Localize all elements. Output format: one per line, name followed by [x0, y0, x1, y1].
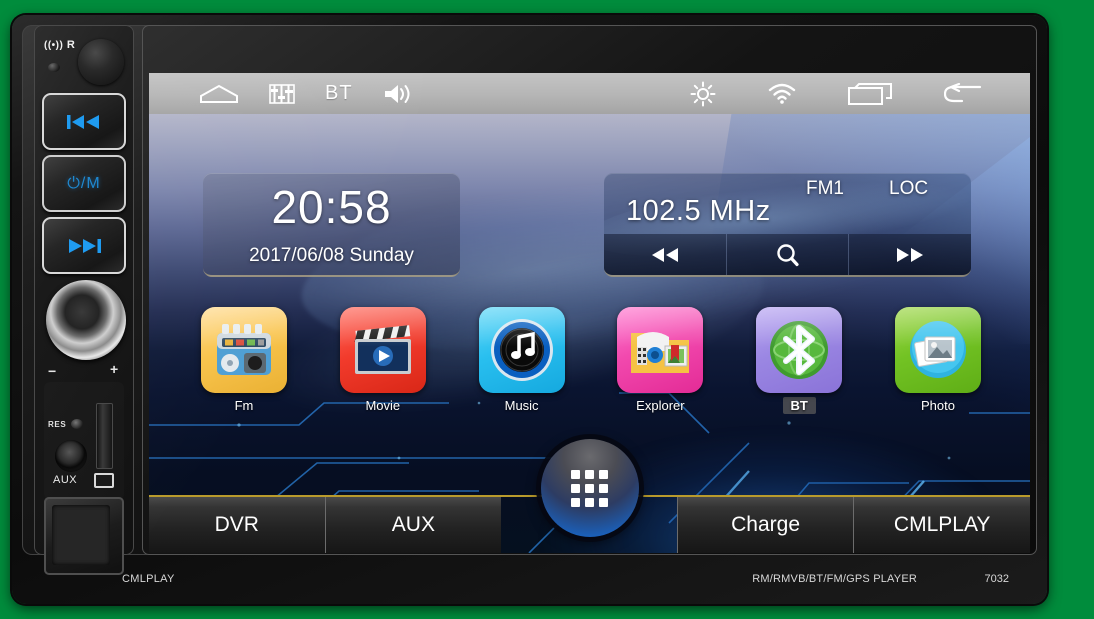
radio-controls: [604, 234, 971, 275]
home-icon[interactable]: [199, 84, 239, 104]
app-shortcut-photo[interactable]: Photo: [885, 307, 991, 419]
brightness-icon[interactable]: [690, 81, 716, 107]
next-track-icon: [69, 238, 101, 253]
app-shortcut-row: Fm Movie Music Explorer BT Photo: [191, 307, 991, 419]
sd-card-icon: [94, 473, 114, 488]
aux-input-jack[interactable]: [55, 440, 87, 472]
bluetooth-icon: [756, 307, 843, 393]
power-mode-label: ⏻/M: [67, 174, 101, 192]
ir-receiver-label: ((•)) R: [44, 39, 76, 51]
android-status-bar: BT: [149, 73, 1030, 116]
bluetooth-status-label[interactable]: BT: [325, 82, 353, 105]
power-mode-button[interactable]: ⏻/M: [42, 155, 126, 212]
home-wallpaper: 20:58 2017/06/08 Sunday FM1 LOC 102.5 MH…: [149, 114, 1030, 553]
clock-widget[interactable]: 20:58 2017/06/08 Sunday: [203, 173, 460, 277]
search-icon: [776, 243, 799, 266]
touchscreen-display: BT 20:58 2017/06/08 Sunday FM1 LOC 102.5…: [149, 73, 1030, 553]
radio-scan-button[interactable]: [725, 234, 849, 275]
radio-loc-label[interactable]: LOC: [889, 178, 928, 200]
screen-bezel: BT 20:58 2017/06/08 Sunday FM1 LOC 102.5…: [142, 25, 1037, 555]
bezel-labels: CMLPLAY RM/RMVB/BT/FM/GPS PLAYER 7032: [12, 555, 1047, 604]
clock-date: 2017/06/08 Sunday: [249, 245, 414, 266]
bezel-format-label: RM/RMVB/BT/FM/GPS PLAYER: [752, 573, 917, 585]
reset-button[interactable]: [71, 419, 83, 429]
clock-time: 20:58: [271, 181, 392, 233]
radio-frequency: 102.5 MHz: [626, 195, 771, 227]
bezel-model-label: 7032: [984, 573, 1009, 585]
app-shortcut-explorer[interactable]: Explorer: [607, 307, 713, 419]
volume-up-label: +: [110, 361, 119, 377]
recent-apps-icon[interactable]: [848, 82, 892, 105]
app-label-bt: BT: [782, 397, 816, 414]
app-grid-icon: [571, 469, 608, 507]
app-shortcut-bt[interactable]: BT: [746, 307, 852, 419]
next-track-button[interactable]: [42, 217, 126, 274]
dock-button-aux[interactable]: AUX: [324, 497, 502, 553]
dock-button-cmlplay[interactable]: CMLPLAY: [853, 497, 1030, 553]
equalizer-icon[interactable]: [269, 83, 295, 104]
aux-jack-label: AUX: [53, 474, 78, 486]
radio-widget: FM1 LOC 102.5 MHz: [604, 173, 971, 277]
usb-slot[interactable]: [96, 403, 113, 469]
bezel-brand-label: CMLPLAY: [122, 573, 175, 585]
fm-radio-icon: [201, 307, 287, 393]
head-unit-chassis: ((•)) R ⏻/M − + RES AUX BT 20:58 2017/06…: [12, 15, 1047, 604]
volume-knob[interactable]: [46, 280, 126, 360]
app-label-music: Music: [504, 398, 539, 413]
fast-forward-icon: [897, 247, 924, 262]
app-shortcut-movie[interactable]: Movie: [330, 307, 436, 419]
music-icon: [478, 307, 565, 393]
radio-seek-down-button[interactable]: [604, 234, 726, 275]
dock-button-dvr[interactable]: DVR: [149, 497, 325, 553]
photo-icon: [894, 307, 981, 393]
volume-icon[interactable]: [383, 82, 413, 106]
app-shortcut-music[interactable]: Music: [469, 307, 575, 419]
app-label-photo: Photo: [920, 398, 955, 413]
ir-sensor-dot: [48, 63, 60, 72]
movie-icon: [339, 307, 426, 393]
left-control-panel: ((•)) R ⏻/M − + RES AUX: [34, 25, 134, 575]
radio-seek-up-button[interactable]: [848, 234, 971, 275]
rewind-icon: [651, 247, 678, 262]
app-label-movie: Movie: [365, 398, 401, 413]
radio-band-label[interactable]: FM1: [806, 178, 844, 200]
app-label-fm: Fm: [234, 398, 254, 413]
explorer-icon: [617, 307, 704, 393]
back-icon[interactable]: [944, 82, 982, 105]
app-label-explorer: Explorer: [636, 398, 685, 413]
app-drawer-button[interactable]: [540, 439, 639, 537]
microphone-knob[interactable]: [78, 39, 124, 85]
wifi-icon[interactable]: [768, 83, 796, 105]
dock-button-charge[interactable]: Charge: [676, 497, 854, 553]
prev-track-button[interactable]: [42, 93, 126, 150]
prev-track-icon: [67, 114, 99, 129]
volume-down-label: −: [48, 363, 57, 379]
reset-label: RES: [48, 420, 67, 429]
app-shortcut-fm[interactable]: Fm: [191, 307, 297, 419]
